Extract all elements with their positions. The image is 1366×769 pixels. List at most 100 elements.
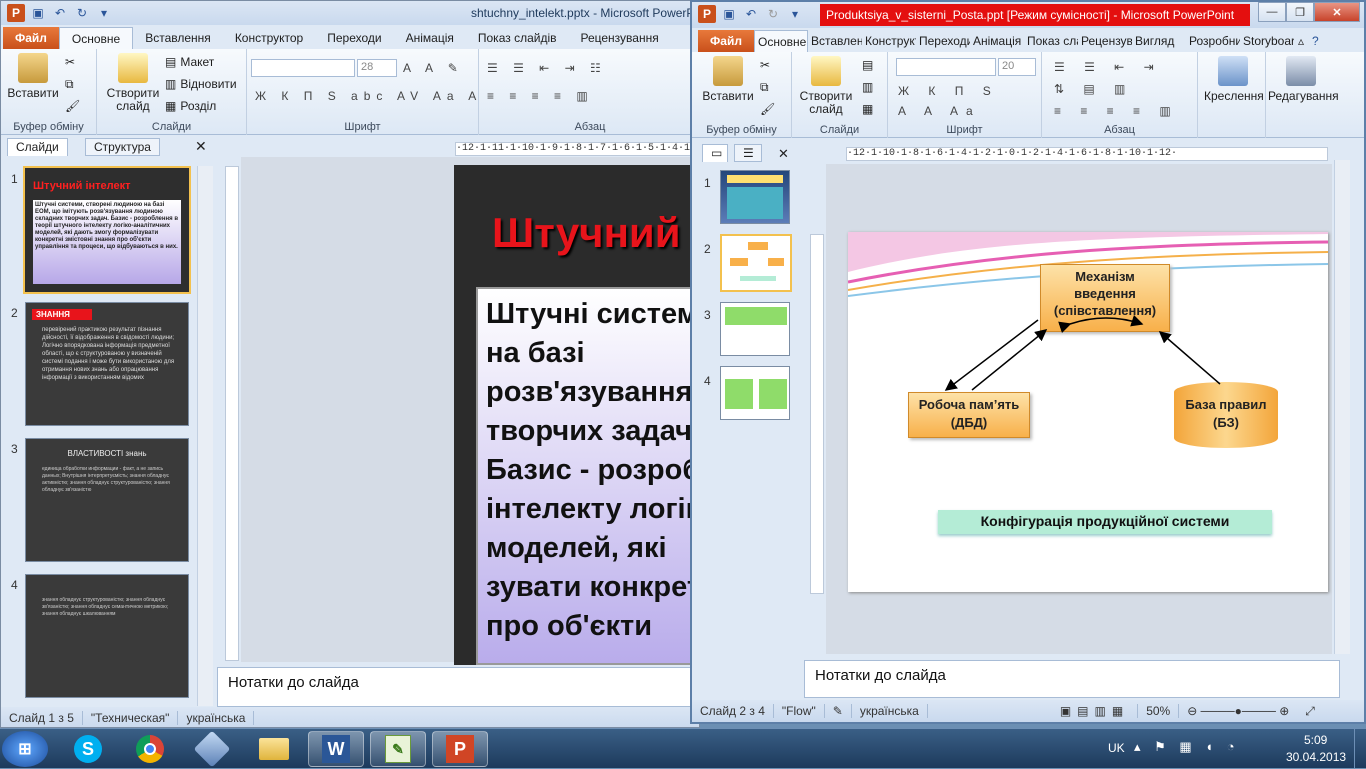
format-painter-icon[interactable]: 🖌 [65,99,80,113]
slide-thumb-2[interactable] [720,234,792,292]
font-size-combo[interactable]: 20 [998,58,1036,76]
view-buttons[interactable]: ▣▤▥▦ [1052,704,1139,718]
list-buttons[interactable]: ☰ ☰ ⇤ ⇥ [1054,60,1162,74]
tab-slides[interactable]: Слайди [7,138,68,156]
tab-transitions[interactable]: Переходи [916,30,970,52]
align-buttons[interactable]: ≡ ≡ ≡ ≡ ▥ [1054,104,1179,118]
show-desktop-button[interactable] [1354,729,1366,769]
minimize-icon[interactable]: — [1258,2,1286,22]
fit-window-icon[interactable]: ⤢ [1297,704,1323,719]
word-icon[interactable]: W [308,731,364,767]
maximize-icon[interactable]: ❐ [1286,2,1314,22]
clock-time[interactable]: 5:09 [1304,733,1327,747]
font-size-combo[interactable]: 28 [357,59,397,77]
language-indicator[interactable]: UK [1108,741,1125,755]
slide-thumb-1[interactable] [720,170,790,224]
customize-qat-icon[interactable]: ▾ [95,4,113,22]
tab-outline-icon[interactable]: ☰ [734,144,762,162]
tab-file[interactable]: Файл [3,27,59,49]
cut-icon[interactable]: ✂ [760,58,770,72]
tab-animation[interactable]: Анімація [970,30,1024,52]
slide-thumb-3[interactable] [720,302,790,356]
font-family-combo[interactable] [251,59,355,77]
canvas-scrollbar[interactable] [1334,160,1350,654]
close-panel-icon[interactable]: ✕ [778,146,789,162]
zoom-level[interactable]: 50% [1138,704,1180,718]
explorer-icon[interactable] [246,731,302,767]
slide-thumb-4[interactable]: знання обладнує структурованістю; знання… [25,574,189,698]
undo-icon[interactable]: ↶ [742,5,760,23]
editing-button[interactable]: Редагування [1268,56,1339,103]
paste-button[interactable]: Вставити [7,53,59,100]
layout-icon[interactable]: ▤ [862,58,873,72]
paste-button[interactable]: Вставити [700,56,756,103]
reset-button[interactable]: ▥ Відновити [165,77,237,91]
section-button[interactable]: ▦ Розділ [165,99,216,113]
save-icon[interactable]: ▣ [29,4,47,22]
caption-box[interactable]: Конфігурація продукційної системи [938,510,1272,534]
language-indicator[interactable]: українська [178,711,255,725]
tray-icons[interactable]: ▴ ⚑ ▦ ◖ ◔ [1134,739,1240,755]
powerpoint-app-icon[interactable]: P [7,4,25,22]
slide-thumb-3[interactable]: ВЛАСТИВОСТІ знань единица обработки инфо… [25,438,189,562]
tab-slides-icon[interactable]: ▭ [702,144,728,162]
drawing-button[interactable]: Креслення [1204,56,1264,103]
size-buttons[interactable]: A A Aa [898,104,981,118]
close-panel-icon[interactable]: ✕ [195,138,207,155]
tab-view[interactable]: Вигляд [1132,30,1186,52]
redo-icon[interactable]: ↻ [73,4,91,22]
layout-button[interactable]: ▤ Макет [165,55,214,69]
slide-canvas[interactable]: Механізм введення (співставлення) Робоча… [848,232,1328,592]
zoom-slider[interactable]: ⊖ ────●──── ⊕ [1179,704,1297,718]
save-icon[interactable]: ▣ [720,5,738,23]
new-slide-button[interactable]: Створити слайд [798,56,854,116]
notepad-edit-icon[interactable]: ✎ [370,731,426,767]
slide-body[interactable]: Штучні системи на базі розв'язування тво… [476,287,699,665]
tab-storyboarding[interactable]: Storyboarding [1240,30,1294,52]
slide-thumb-1[interactable]: Штучний інтелект Штучні системи, створен… [23,166,191,294]
tab-transitions[interactable]: Переходи [315,27,393,49]
text-direction-buttons[interactable]: ⇅ ▤ ▥ [1054,82,1133,96]
spellcheck-icon[interactable]: ✎ [825,704,852,718]
new-slide-button[interactable]: Створити слайд [103,53,163,113]
tab-review[interactable]: Рецензування [1078,30,1132,52]
tab-review[interactable]: Рецензування [568,27,670,49]
tab-design[interactable]: Конструктор [223,27,315,49]
tab-home[interactable]: Основне [58,27,134,49]
format-painter-icon[interactable]: 🖌 [760,102,775,116]
list-buttons[interactable]: ☰ ☰ ⇤ ⇥ ☷ [487,61,607,75]
tab-animation[interactable]: Анімація [394,27,466,49]
slide-title[interactable]: Штучний інтелект [492,209,699,257]
align-buttons[interactable]: ≡ ≡ ≡ ≡ ▥ [487,89,594,103]
format-buttons[interactable]: Ж К П S [898,84,999,98]
tab-slideshow[interactable]: Показ слайдів [466,27,569,49]
skype-icon[interactable]: S [60,731,116,767]
tab-design[interactable]: Конструктор [862,30,916,52]
slide-thumb-4[interactable] [720,366,790,420]
clock-date[interactable]: 30.04.2013 [1286,750,1346,764]
slide-canvas[interactable]: Штучний інтелект Штучні системи на базі … [454,165,699,665]
help-icon[interactable]: ? [1308,30,1323,52]
panel-scrollbar[interactable] [197,166,213,706]
customize-qat-icon[interactable]: ▾ [786,5,804,23]
tab-outline[interactable]: Структура [85,138,160,156]
font-family-combo[interactable] [896,58,996,76]
copy-icon[interactable]: ⧉ [65,77,74,92]
language-indicator[interactable]: українська [852,704,928,718]
tab-insert[interactable]: Вставлення [133,27,223,49]
format-buttons[interactable]: Ж К П S abc AV Aa A [255,89,482,103]
tab-developer[interactable]: Розробник [1186,30,1240,52]
virtualbox-icon[interactable] [184,730,240,768]
tab-file[interactable]: Файл [698,30,754,52]
copy-icon[interactable]: ⧉ [760,80,769,95]
slide-thumb-2[interactable]: ЗНАННЯ перевірений практикою результат п… [25,302,189,426]
powerpoint-app-icon[interactable]: P [698,5,716,23]
undo-icon[interactable]: ↶ [51,4,69,22]
grow-shrink-font-icons[interactable]: A A ✎ [403,61,464,75]
reset-icon[interactable]: ▥ [862,80,873,94]
section-icon[interactable]: ▦ [862,102,873,116]
notes-pane[interactable]: Нотатки до слайда [804,660,1340,698]
tab-insert[interactable]: Вставлення [808,30,862,52]
close-icon[interactable]: ✕ [1314,2,1360,22]
redo-icon[interactable]: ↻ [764,5,782,23]
